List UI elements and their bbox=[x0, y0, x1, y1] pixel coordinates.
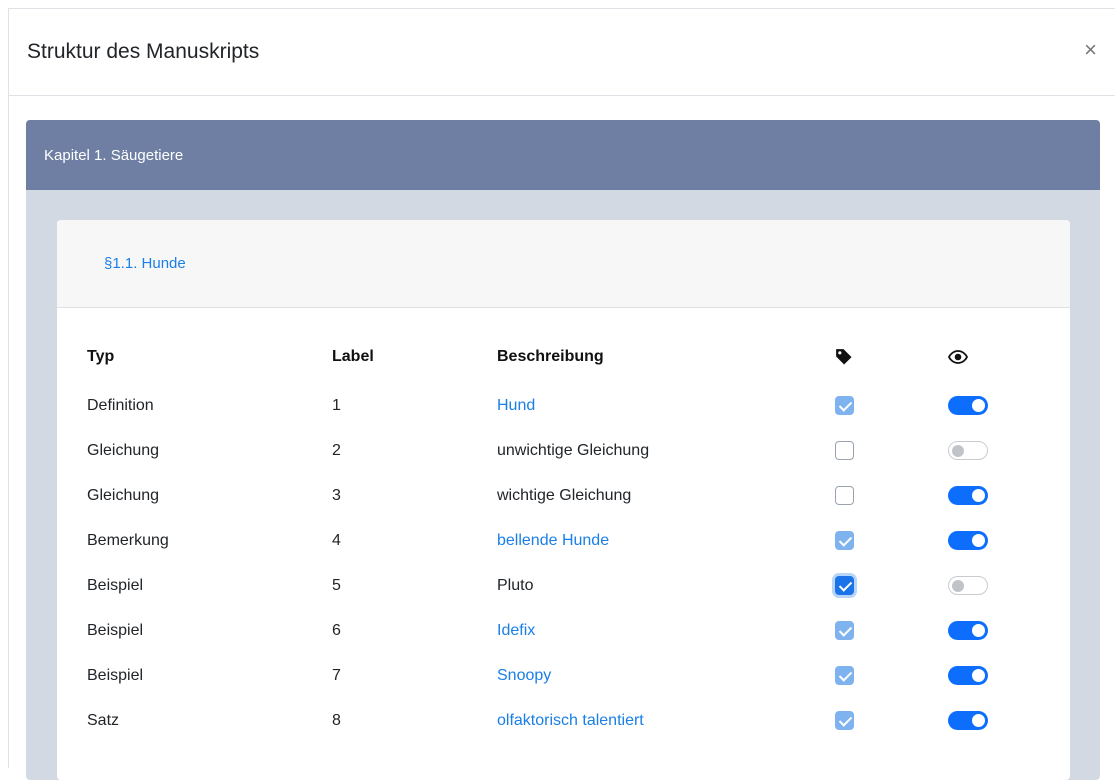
tag-checkbox[interactable] bbox=[835, 441, 854, 460]
structure-modal: Struktur des Manuskripts × Kapitel 1. Sä… bbox=[8, 8, 1115, 780]
tag-checkbox[interactable] bbox=[835, 666, 854, 685]
row-beschreibung-cell: Hund bbox=[497, 383, 835, 428]
row-beschreibung-cell: Snoopy bbox=[497, 653, 835, 698]
close-button[interactable]: × bbox=[1084, 39, 1097, 61]
row-typ: Satz bbox=[87, 711, 120, 729]
visibility-toggle[interactable] bbox=[948, 621, 988, 640]
row-beschreibung-cell: wichtige Gleichung bbox=[497, 473, 835, 518]
row-typ: Gleichung bbox=[87, 441, 160, 459]
chapter-header[interactable]: Kapitel 1. Säugetiere bbox=[26, 120, 1100, 190]
row-beschreibung-link[interactable]: olfaktorisch talentiert bbox=[497, 712, 644, 729]
row-label: 8 bbox=[332, 711, 341, 729]
row-label: 5 bbox=[332, 576, 341, 594]
tag-checkbox[interactable] bbox=[835, 576, 854, 595]
row-tag-cell bbox=[835, 698, 948, 743]
visibility-toggle[interactable] bbox=[948, 666, 988, 685]
visibility-toggle[interactable] bbox=[948, 396, 988, 415]
row-label: 4 bbox=[332, 531, 341, 549]
table-row: Beispiel 6 Idefix bbox=[87, 608, 1008, 653]
chapter-title: Kapitel 1. Säugetiere bbox=[44, 146, 184, 164]
row-typ: Bemerkung bbox=[87, 531, 169, 549]
row-typ: Definition bbox=[87, 396, 154, 414]
row-beschreibung-cell: bellende Hunde bbox=[497, 518, 835, 563]
row-tag-cell bbox=[835, 608, 948, 653]
table-row: Bemerkung 4 bellende Hunde bbox=[87, 518, 1008, 563]
visibility-toggle[interactable] bbox=[948, 486, 988, 505]
header-beschreibung: Beschreibung bbox=[497, 348, 604, 365]
row-beschreibung-link[interactable]: Hund bbox=[497, 397, 535, 414]
tag-checkbox[interactable] bbox=[835, 711, 854, 730]
chapter-card: Kapitel 1. Säugetiere §1.1. Hunde Typ La… bbox=[26, 120, 1100, 780]
row-visibility-cell bbox=[948, 428, 1008, 473]
table-row: Gleichung 2 unwichtige Gleichung bbox=[87, 428, 1008, 473]
row-label: 1 bbox=[332, 396, 341, 414]
row-beschreibung-cell: Pluto bbox=[497, 563, 835, 608]
row-visibility-cell bbox=[948, 653, 1008, 698]
visibility-toggle[interactable] bbox=[948, 531, 988, 550]
header-tag bbox=[835, 331, 948, 383]
row-typ: Beispiel bbox=[87, 576, 144, 594]
row-label: 7 bbox=[332, 666, 341, 684]
row-beschreibung-link[interactable]: Idefix bbox=[497, 622, 535, 639]
row-tag-cell bbox=[835, 653, 948, 698]
row-tag-cell bbox=[835, 563, 948, 608]
visibility-toggle[interactable] bbox=[948, 576, 988, 595]
section-link[interactable]: §1.1. Hunde bbox=[104, 255, 186, 272]
row-label: 6 bbox=[332, 621, 341, 639]
modal-header: Struktur des Manuskripts × bbox=[9, 9, 1115, 96]
row-visibility-cell bbox=[948, 563, 1008, 608]
row-label: 2 bbox=[332, 441, 341, 459]
row-typ: Beispiel bbox=[87, 621, 144, 639]
row-beschreibung: Pluto bbox=[497, 576, 534, 594]
row-tag-cell bbox=[835, 518, 948, 563]
table-row: Gleichung 3 wichtige Gleichung bbox=[87, 473, 1008, 518]
tag-checkbox[interactable] bbox=[835, 531, 854, 550]
visibility-toggle[interactable] bbox=[948, 441, 988, 460]
section-header: §1.1. Hunde bbox=[57, 220, 1070, 308]
header-visibility bbox=[948, 331, 1008, 383]
tag-checkbox[interactable] bbox=[835, 486, 854, 505]
row-beschreibung: wichtige Gleichung bbox=[497, 486, 632, 504]
row-visibility-cell bbox=[948, 518, 1008, 563]
row-tag-cell bbox=[835, 383, 948, 428]
visibility-toggle[interactable] bbox=[948, 711, 988, 730]
header-typ: Typ bbox=[87, 348, 115, 365]
modal-title: Struktur des Manuskripts bbox=[27, 40, 260, 63]
row-beschreibung-cell: olfaktorisch talentiert bbox=[497, 698, 835, 743]
row-visibility-cell bbox=[948, 608, 1008, 653]
row-typ: Gleichung bbox=[87, 486, 160, 504]
table-row: Beispiel 7 Snoopy bbox=[87, 653, 1008, 698]
row-beschreibung-link[interactable]: Snoopy bbox=[497, 667, 551, 684]
tag-icon bbox=[836, 349, 852, 365]
row-beschreibung-cell: unwichtige Gleichung bbox=[497, 428, 835, 473]
table-row: Definition 1 Hund bbox=[87, 383, 1008, 428]
header-label: Label bbox=[332, 348, 374, 365]
row-typ: Beispiel bbox=[87, 666, 144, 684]
table-row: Satz 8 olfaktorisch talentiert bbox=[87, 698, 1008, 743]
row-tag-cell bbox=[835, 428, 948, 473]
row-visibility-cell bbox=[948, 473, 1008, 518]
row-visibility-cell bbox=[948, 698, 1008, 743]
row-beschreibung-cell: Idefix bbox=[497, 608, 835, 653]
row-beschreibung: unwichtige Gleichung bbox=[497, 441, 650, 459]
row-visibility-cell bbox=[948, 383, 1008, 428]
row-beschreibung-link[interactable]: bellende Hunde bbox=[497, 532, 609, 549]
table-header-row: Typ Label Beschreibung bbox=[87, 331, 1008, 383]
row-label: 3 bbox=[332, 486, 341, 504]
table-row: Beispiel 5 Pluto bbox=[87, 563, 1008, 608]
row-tag-cell bbox=[835, 473, 948, 518]
tag-checkbox[interactable] bbox=[835, 396, 854, 415]
eye-icon bbox=[948, 349, 968, 364]
section-card: §1.1. Hunde Typ Label Beschreibung Defin… bbox=[57, 220, 1070, 780]
tag-checkbox[interactable] bbox=[835, 621, 854, 640]
elements-table: Typ Label Beschreibung Definition 1 Hund… bbox=[87, 331, 1008, 743]
